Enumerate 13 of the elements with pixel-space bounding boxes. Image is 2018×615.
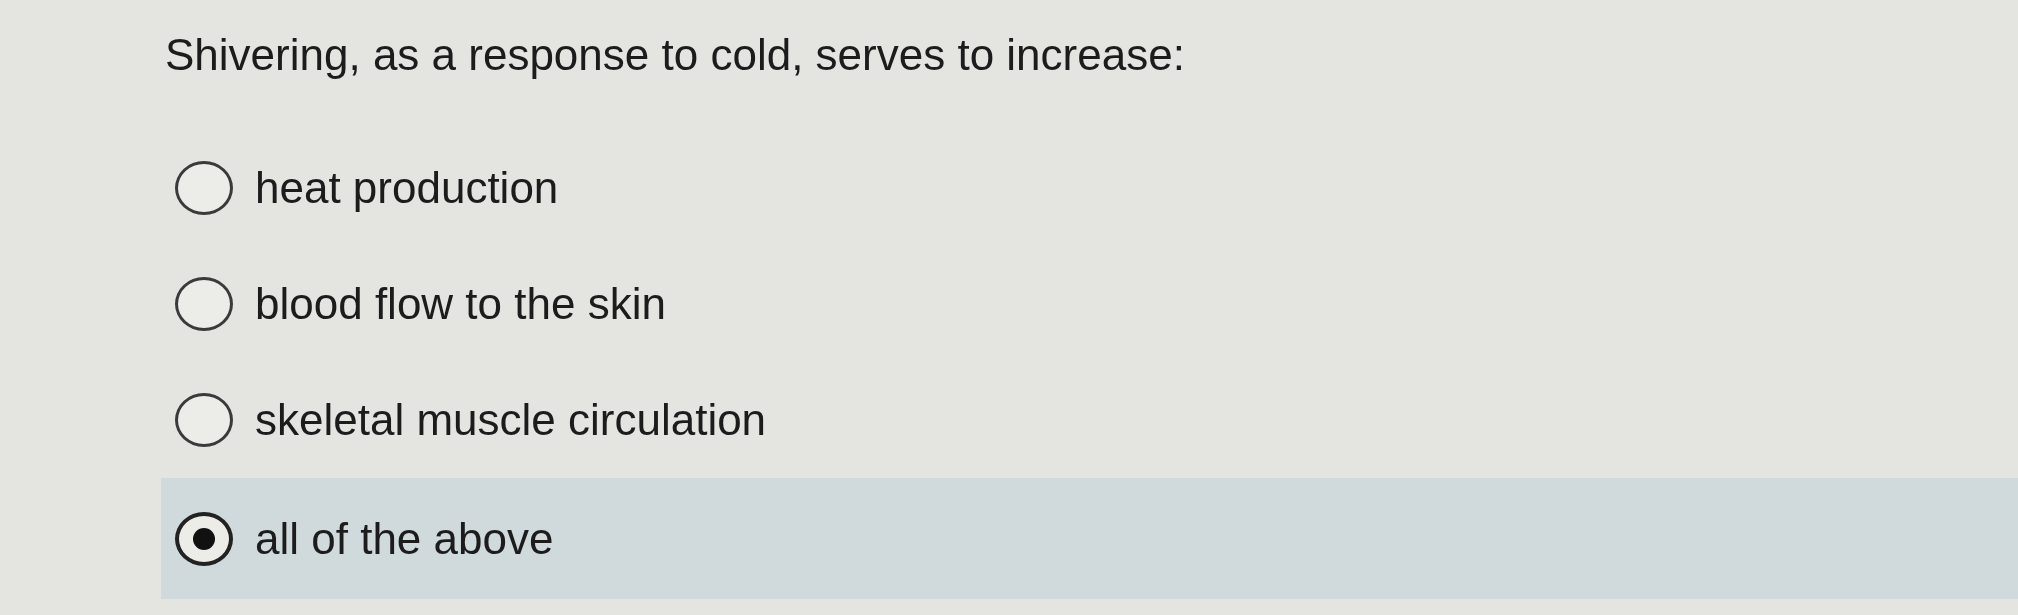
answer-option[interactable]: heat production [161,130,2018,246]
option-label: all of the above [255,513,554,564]
option-label: heat production [255,163,559,213]
radio-button[interactable] [175,161,233,215]
answer-option[interactable]: all of the above [161,478,2018,599]
radio-button[interactable] [175,511,233,566]
answer-option[interactable]: skeletal muscle circulation [161,362,2018,478]
radio-button[interactable] [175,277,233,331]
option-label: skeletal muscle circulation [255,395,767,445]
answer-option[interactable]: blood flow to the skin [161,246,2018,362]
option-label: blood flow to the skin [255,279,666,329]
question-text: Shivering, as a response to cold, serves to increase: [164,30,1186,80]
radio-button[interactable] [175,393,233,447]
